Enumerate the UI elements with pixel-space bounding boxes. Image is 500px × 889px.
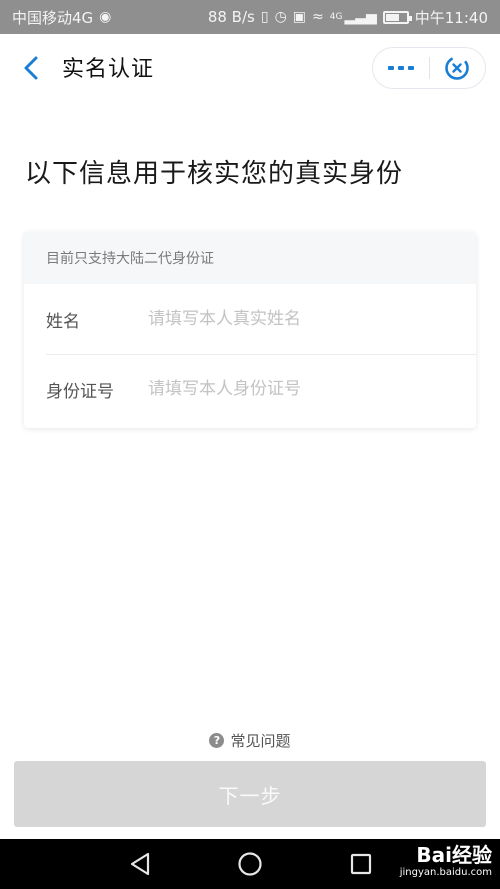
status-bar: 中国移动4G ◉ 88 B/s ▯ ◷ ▣ ≈ 4G ▂▃▅ 中午11:40 bbox=[0, 0, 500, 34]
carrier-label: 中国移动4G bbox=[12, 8, 94, 27]
id-form-card: 目前只支持大陆二代身份证 姓名 身份证号 bbox=[24, 232, 476, 428]
system-nav-bar: Bai经验 jingyan.baidu.com bbox=[0, 839, 500, 889]
more-button[interactable] bbox=[373, 48, 429, 88]
watermark-logo-text: Bai经验 bbox=[416, 843, 492, 867]
triangle-back-icon bbox=[130, 852, 150, 876]
title-bar: 实名认证 bbox=[0, 34, 500, 102]
name-input[interactable] bbox=[148, 309, 454, 329]
next-step-button[interactable]: 下一步 bbox=[14, 761, 486, 827]
verification-heading: 以下信息用于核实您的真实身份 bbox=[25, 159, 404, 189]
back-arrow-icon bbox=[24, 56, 38, 80]
more-dots-icon bbox=[388, 66, 414, 70]
id-number-input[interactable] bbox=[148, 379, 454, 399]
close-circle-icon bbox=[445, 56, 470, 80]
wifi-icon: ≈ bbox=[312, 9, 324, 25]
mini-program-capsule bbox=[372, 47, 486, 89]
hd-icon: ▣ bbox=[292, 9, 307, 25]
id-number-label: 身份证号 bbox=[46, 381, 114, 402]
back-button[interactable] bbox=[14, 52, 48, 84]
square-recents-icon bbox=[350, 853, 372, 875]
status-left: 中国移动4G ◉ bbox=[12, 7, 111, 28]
id-number-row: 身份证号 bbox=[24, 354, 476, 424]
page-title: 实名认证 bbox=[62, 57, 155, 82]
status-right: 88 B/s ▯ ◷ ▣ ≈ 4G ▂▃▅ 中午11:40 bbox=[208, 7, 488, 28]
baidu-jingyan-watermark: Bai经验 jingyan.baidu.com bbox=[400, 843, 492, 879]
name-label: 姓名 bbox=[46, 311, 80, 332]
clock-time: 中午11:40 bbox=[414, 8, 488, 27]
signal-icon: ▂▃▅ bbox=[344, 9, 377, 25]
close-button[interactable] bbox=[430, 48, 485, 88]
notification-icon: ◉ bbox=[99, 9, 112, 25]
nav-home-button[interactable] bbox=[236, 851, 264, 877]
network-speed: 88 B/s bbox=[207, 8, 255, 26]
watermark-url: jingyan.baidu.com bbox=[399, 867, 492, 878]
nav-recents-button[interactable] bbox=[347, 851, 375, 877]
id-support-notice: 目前只支持大陆二代身份证 bbox=[24, 232, 476, 284]
name-row: 姓名 bbox=[24, 284, 476, 354]
faq-label: 常见问题 bbox=[230, 731, 291, 750]
alarm-icon: ◷ bbox=[274, 9, 287, 25]
circle-home-icon bbox=[238, 852, 262, 876]
battery-icon bbox=[382, 10, 412, 24]
network-badge: 4G bbox=[329, 12, 343, 22]
vibrate-icon: ▯ bbox=[260, 9, 269, 25]
faq-link[interactable]: ? 常见问题 bbox=[0, 728, 500, 752]
question-icon: ? bbox=[209, 732, 225, 748]
nav-back-button[interactable] bbox=[126, 851, 154, 877]
